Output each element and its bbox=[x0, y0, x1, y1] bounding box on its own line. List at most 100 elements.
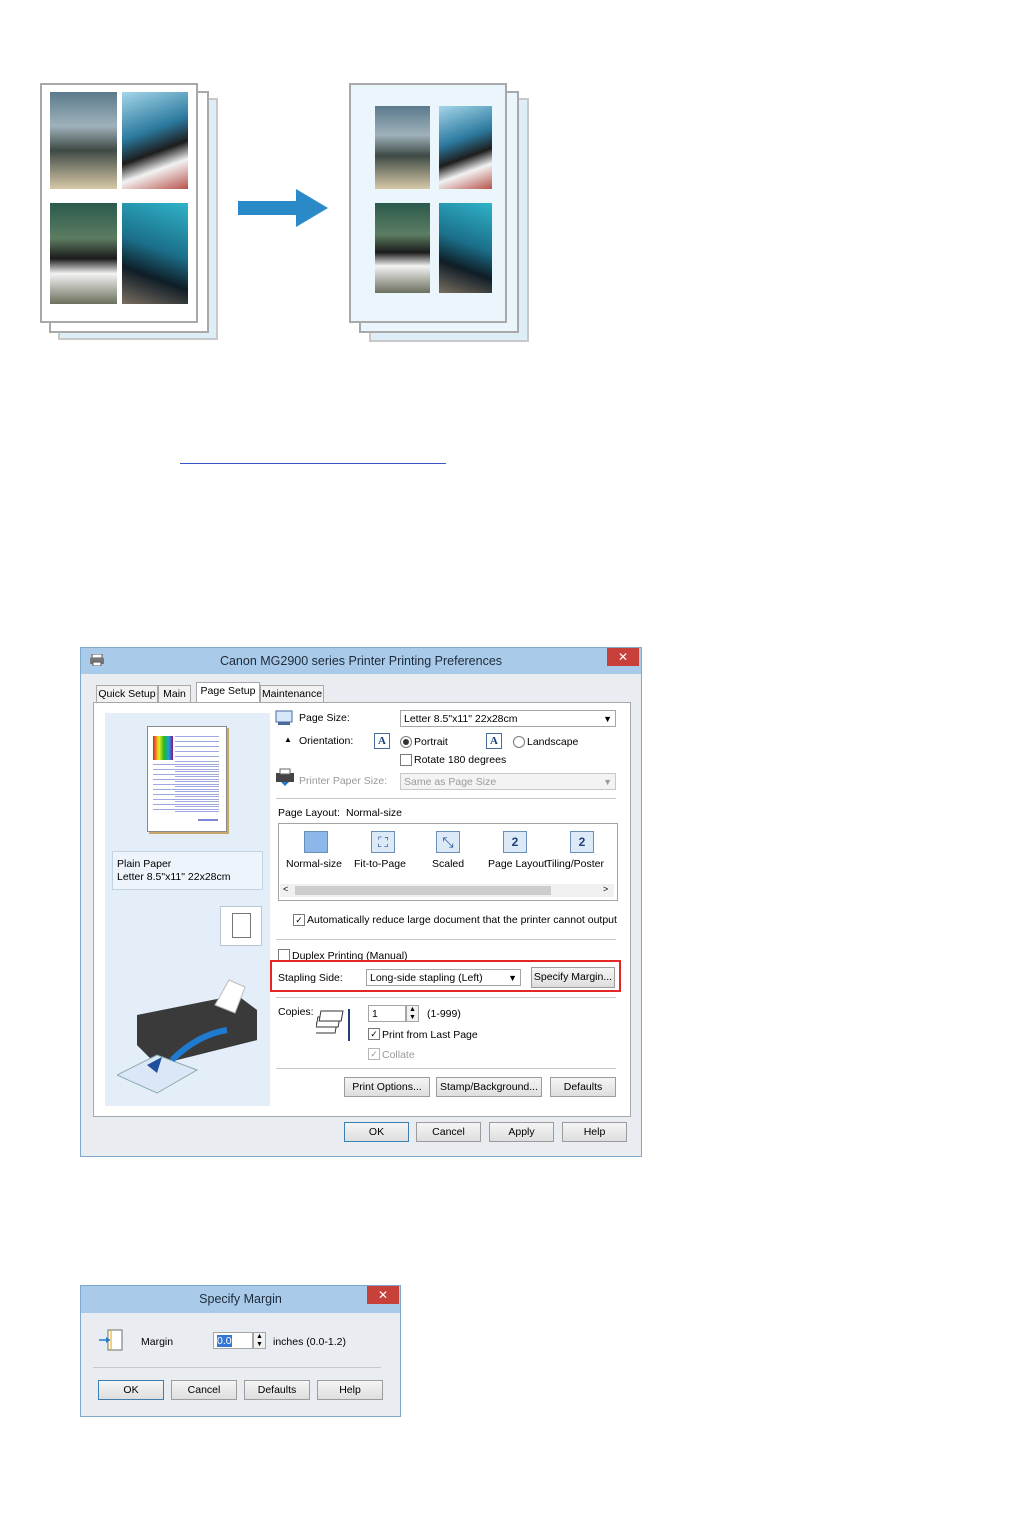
collate-checkbox[interactable]: ✓ bbox=[368, 1048, 380, 1060]
layout-option-scaled[interactable]: ⤡ Scaled bbox=[419, 827, 481, 877]
scrollbar-thumb[interactable] bbox=[295, 886, 551, 895]
orientation-label: Orientation: bbox=[299, 735, 354, 747]
photo-panda bbox=[122, 92, 188, 189]
tiling-poster-icon: 2 bbox=[570, 831, 594, 853]
defaults-button[interactable]: Defaults bbox=[550, 1077, 616, 1097]
chevron-left-icon[interactable]: < bbox=[283, 884, 288, 894]
layout-option-fit-to-page[interactable]: ⛶ Fit-to-Page bbox=[351, 827, 413, 877]
printer-paper-size-select[interactable]: Same as Page Size ▼ bbox=[400, 773, 616, 790]
portrait-label: Portrait bbox=[414, 736, 448, 748]
page-size-value: Letter 8.5"x11" 22x28cm bbox=[404, 713, 518, 725]
page-preview bbox=[147, 726, 227, 832]
layout-option-label: Normal-size bbox=[286, 858, 343, 870]
margin-spinner[interactable]: ▲ ▼ bbox=[253, 1332, 266, 1349]
print-options-button[interactable]: Print Options... bbox=[344, 1077, 430, 1097]
divider bbox=[276, 939, 616, 940]
page-layout-label: Page Layout: bbox=[278, 807, 340, 819]
stapling-side-value: Long-side stapling (Left) bbox=[370, 972, 483, 984]
dialog-title: Canon MG2900 series Printer Printing Pre… bbox=[219, 654, 503, 668]
margin-value: 0.0 bbox=[217, 1335, 232, 1347]
photo-penguins bbox=[375, 203, 430, 293]
tab-maintenance[interactable]: Maintenance bbox=[260, 685, 324, 702]
copies-input[interactable]: 1 bbox=[368, 1005, 406, 1022]
margin-input[interactable]: 0.0 bbox=[213, 1332, 253, 1349]
chevron-right-icon[interactable]: > bbox=[603, 884, 608, 894]
specify-margin-dialog: Specify Margin ✕ Margin 0.0 ▲ ▼ inches (0… bbox=[80, 1285, 401, 1417]
orientation-bullet-icon: ▲ bbox=[284, 735, 292, 744]
paper-size: Letter 8.5"x11" 22x28cm bbox=[117, 871, 231, 883]
help-button[interactable]: Help bbox=[562, 1122, 627, 1142]
printer-paper-icon bbox=[276, 768, 294, 786]
landscape-a-icon: A bbox=[486, 733, 502, 749]
cancel-button[interactable]: Cancel bbox=[171, 1380, 237, 1400]
apply-button[interactable]: Apply bbox=[489, 1122, 554, 1142]
stapling-side-label: Stapling Side: bbox=[278, 972, 343, 984]
tab-page-setup[interactable]: Page Setup bbox=[196, 682, 260, 702]
defaults-button[interactable]: Defaults bbox=[244, 1380, 310, 1400]
copies-label: Copies: bbox=[278, 1006, 314, 1018]
copies-range: (1-999) bbox=[427, 1008, 461, 1020]
ok-button[interactable]: OK bbox=[344, 1122, 409, 1142]
cancel-button[interactable]: Cancel bbox=[416, 1122, 481, 1142]
layout-option-label: Fit-to-Page bbox=[354, 858, 406, 870]
copies-value: 1 bbox=[372, 1008, 378, 1020]
auto-reduce-label: Automatically reduce large document that… bbox=[307, 914, 617, 926]
portrait-a-icon: A bbox=[374, 733, 390, 749]
photo-penguin bbox=[50, 92, 117, 189]
layout-option-label: Tiling/Poster bbox=[546, 858, 604, 870]
printer-illustration-icon bbox=[117, 979, 257, 1094]
rotate-180-checkbox[interactable] bbox=[400, 754, 412, 766]
photo-panda bbox=[439, 106, 492, 189]
layout-option-tiling-poster[interactable]: 2 Tiling/Poster bbox=[545, 827, 615, 877]
margin-unit: inches (0.0-1.2) bbox=[273, 1336, 346, 1348]
page-layout-list[interactable]: Normal-size ⛶ Fit-to-Page ⤡ Scaled 2 Pag… bbox=[278, 823, 618, 901]
specify-margin-button[interactable]: Specify Margin... bbox=[531, 967, 615, 988]
print-from-last-checkbox[interactable]: ✓ bbox=[368, 1028, 380, 1040]
tab-main[interactable]: Main bbox=[158, 685, 191, 702]
close-button[interactable]: ✕ bbox=[607, 648, 639, 666]
horizontal-scrollbar[interactable]: < > bbox=[280, 884, 614, 897]
portrait-radio[interactable] bbox=[400, 736, 412, 748]
divider bbox=[276, 798, 616, 799]
page-size-select[interactable]: Letter 8.5"x11" 22x28cm ▼ bbox=[400, 710, 616, 727]
divider bbox=[276, 1068, 616, 1069]
print-from-last-label: Print from Last Page bbox=[382, 1029, 478, 1041]
photo-penguins bbox=[50, 203, 117, 304]
after-sheet-front bbox=[349, 83, 507, 323]
photo-penguin bbox=[375, 106, 430, 189]
stamp-background-button[interactable]: Stamp/Background... bbox=[436, 1077, 542, 1097]
tab-quick-setup[interactable]: Quick Setup bbox=[96, 685, 158, 702]
close-button[interactable]: ✕ bbox=[367, 1286, 399, 1304]
layout-option-page-layout[interactable]: 2 Page Layout bbox=[479, 827, 547, 877]
chevron-down-icon: ▼ bbox=[603, 777, 612, 787]
copies-spinner[interactable]: ▲ ▼ bbox=[406, 1005, 419, 1022]
page-setup-panel: Plain Paper Letter 8.5"x11" 22x28cm Page… bbox=[93, 702, 631, 1117]
auto-reduce-checkbox[interactable]: ✓ bbox=[293, 914, 305, 926]
stapling-side-select[interactable]: Long-side stapling (Left) ▼ bbox=[366, 969, 521, 986]
layout-option-normal[interactable]: Normal-size bbox=[284, 827, 346, 877]
printing-preferences-dialog: Canon MG2900 series Printer Printing Pre… bbox=[80, 647, 642, 1157]
preview-pane: Plain Paper Letter 8.5"x11" 22x28cm bbox=[105, 713, 270, 1106]
page-layout-icon: 2 bbox=[503, 831, 527, 853]
dialog-title: Specify Margin bbox=[199, 1292, 282, 1306]
ok-button[interactable]: OK bbox=[98, 1380, 164, 1400]
collate-label: Collate bbox=[382, 1049, 415, 1061]
normal-size-icon bbox=[304, 831, 328, 853]
page-size-label: Page Size: bbox=[299, 712, 350, 724]
divider bbox=[276, 997, 616, 998]
page-size-icon bbox=[275, 710, 293, 725]
printer-paper-size-value: Same as Page Size bbox=[404, 776, 497, 788]
rotate-180-label: Rotate 180 degrees bbox=[414, 754, 507, 766]
landscape-radio[interactable] bbox=[513, 736, 525, 748]
layout-option-label: Scaled bbox=[432, 858, 465, 870]
page-link[interactable] bbox=[180, 463, 446, 464]
title-bar: Canon MG2900 series Printer Printing Pre… bbox=[81, 648, 641, 674]
chevron-down-icon: ▼ bbox=[508, 973, 517, 983]
preview-image bbox=[153, 736, 173, 760]
help-button[interactable]: Help bbox=[317, 1380, 383, 1400]
margin-icon bbox=[99, 1329, 123, 1351]
chevron-down-icon: ▼ bbox=[603, 714, 612, 724]
scaled-icon: ⤡ bbox=[436, 831, 460, 853]
printer-paper-size-label: Printer Paper Size: bbox=[299, 775, 388, 787]
page-outline-icon bbox=[232, 913, 251, 938]
